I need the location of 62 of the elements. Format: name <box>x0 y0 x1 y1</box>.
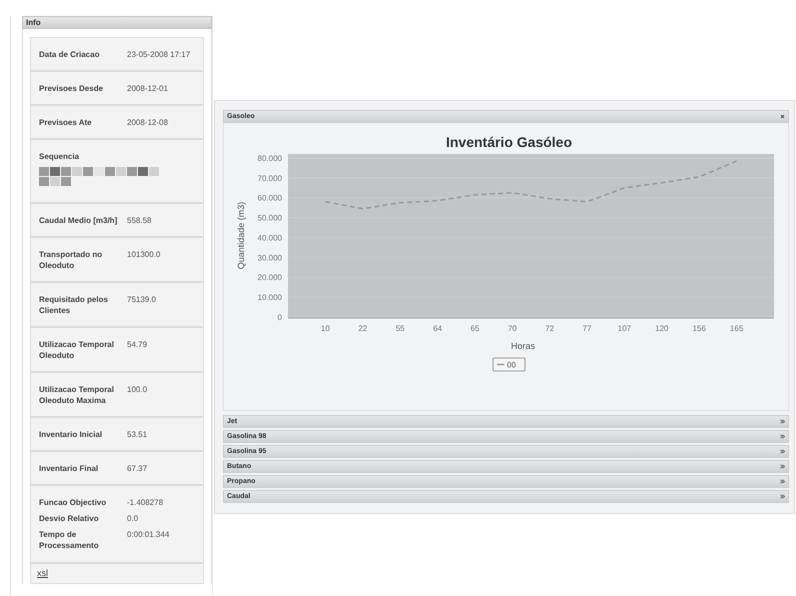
panel-title: Info <box>22 16 212 29</box>
field-label: Tempo de Processamento <box>39 529 100 551</box>
legend-label: 00 <box>507 360 516 370</box>
chevron-right-icon <box>780 419 785 424</box>
legend-item: 00 <box>492 358 526 372</box>
field-value: 0:00:01.344 <box>127 529 170 541</box>
x-tick-label: 107 <box>618 324 632 333</box>
x-tick-label: 10 <box>320 324 330 333</box>
x-tick-label: 64 <box>433 324 442 333</box>
field-label: Funcao Objectivo <box>39 497 108 508</box>
chevron-right-icon <box>780 479 785 484</box>
x-tick-label: 72 <box>545 324 554 333</box>
x-tick-label: 77 <box>582 324 592 333</box>
y-axis-title: Quantidade (m3) <box>236 202 246 270</box>
x-tick-label: 165 <box>730 324 744 333</box>
xsl-link[interactable]: xsl <box>37 568 48 578</box>
chart-title: Inventário Gasóleo <box>446 134 572 150</box>
field-label: Previsoes Desde <box>39 83 104 94</box>
field-label: Utilizacao Temporal Oleoduto Maxima <box>39 384 115 406</box>
chevron-right-icon <box>780 449 785 454</box>
chevron-right-icon <box>780 464 785 469</box>
y-tick-label: 50.000 <box>258 214 282 223</box>
y-tick-label: 40.000 <box>258 234 282 242</box>
field-value: 100.0 <box>127 384 148 396</box>
field-label: Sequencia <box>39 152 80 161</box>
x-tick-label: 22 <box>358 324 368 333</box>
x-tick-label: 55 <box>396 324 405 333</box>
field-value: 23-05-2008 17:17 <box>127 49 192 60</box>
y-tick-label: 60.000 <box>258 194 282 203</box>
x-tick-label: 156 <box>692 324 706 333</box>
chevron-right-icon <box>780 494 785 499</box>
field-label: Previsoes Ate <box>39 117 93 128</box>
field-label: Inventario Inicial <box>39 429 104 440</box>
field-value: 53.51 <box>127 429 148 440</box>
field-value: 67.37 <box>127 463 148 474</box>
field-label: Requisitado pelos Clientes <box>39 294 109 316</box>
field-label: Utilizacao Temporal Oleoduto <box>39 339 115 361</box>
y-tick-label: 30.000 <box>258 253 282 262</box>
x-axis-title: Horas <box>511 341 535 351</box>
field-value: 54.79 <box>127 339 148 351</box>
y-tick-label: 20.000 <box>258 273 282 282</box>
y-tick-label: 10.000 <box>258 293 282 302</box>
x-tick-label: 120 <box>655 324 669 333</box>
chevron-right-icon <box>780 434 785 439</box>
field-value: 101300.0 <box>127 249 162 261</box>
x-tick-label: 70 <box>508 324 517 333</box>
x-tick-label: 65 <box>470 324 480 333</box>
field-value: 2008-12-01 <box>127 83 169 94</box>
field-value: 75139.0 <box>127 294 157 306</box>
collapse-icon <box>780 114 785 119</box>
field-value: -1.408278 <box>127 497 164 508</box>
field-label: Desvio Relativo <box>39 513 100 524</box>
field-value: 558.58 <box>127 215 152 226</box>
field-value: 0.0 <box>127 513 140 524</box>
field-label: Inventario Final <box>39 463 100 474</box>
y-tick-label: 0 <box>278 313 282 322</box>
field-label: Data de Criacao <box>39 49 100 60</box>
y-tick-label: 80.000 <box>258 154 282 163</box>
y-tick-label: 70.000 <box>258 174 282 183</box>
field-value: 2008-12-08 <box>127 117 169 128</box>
field-label: Caudal Medio [m3/h] <box>39 215 118 226</box>
field-label: Transportado no Oleoduto <box>39 249 104 271</box>
